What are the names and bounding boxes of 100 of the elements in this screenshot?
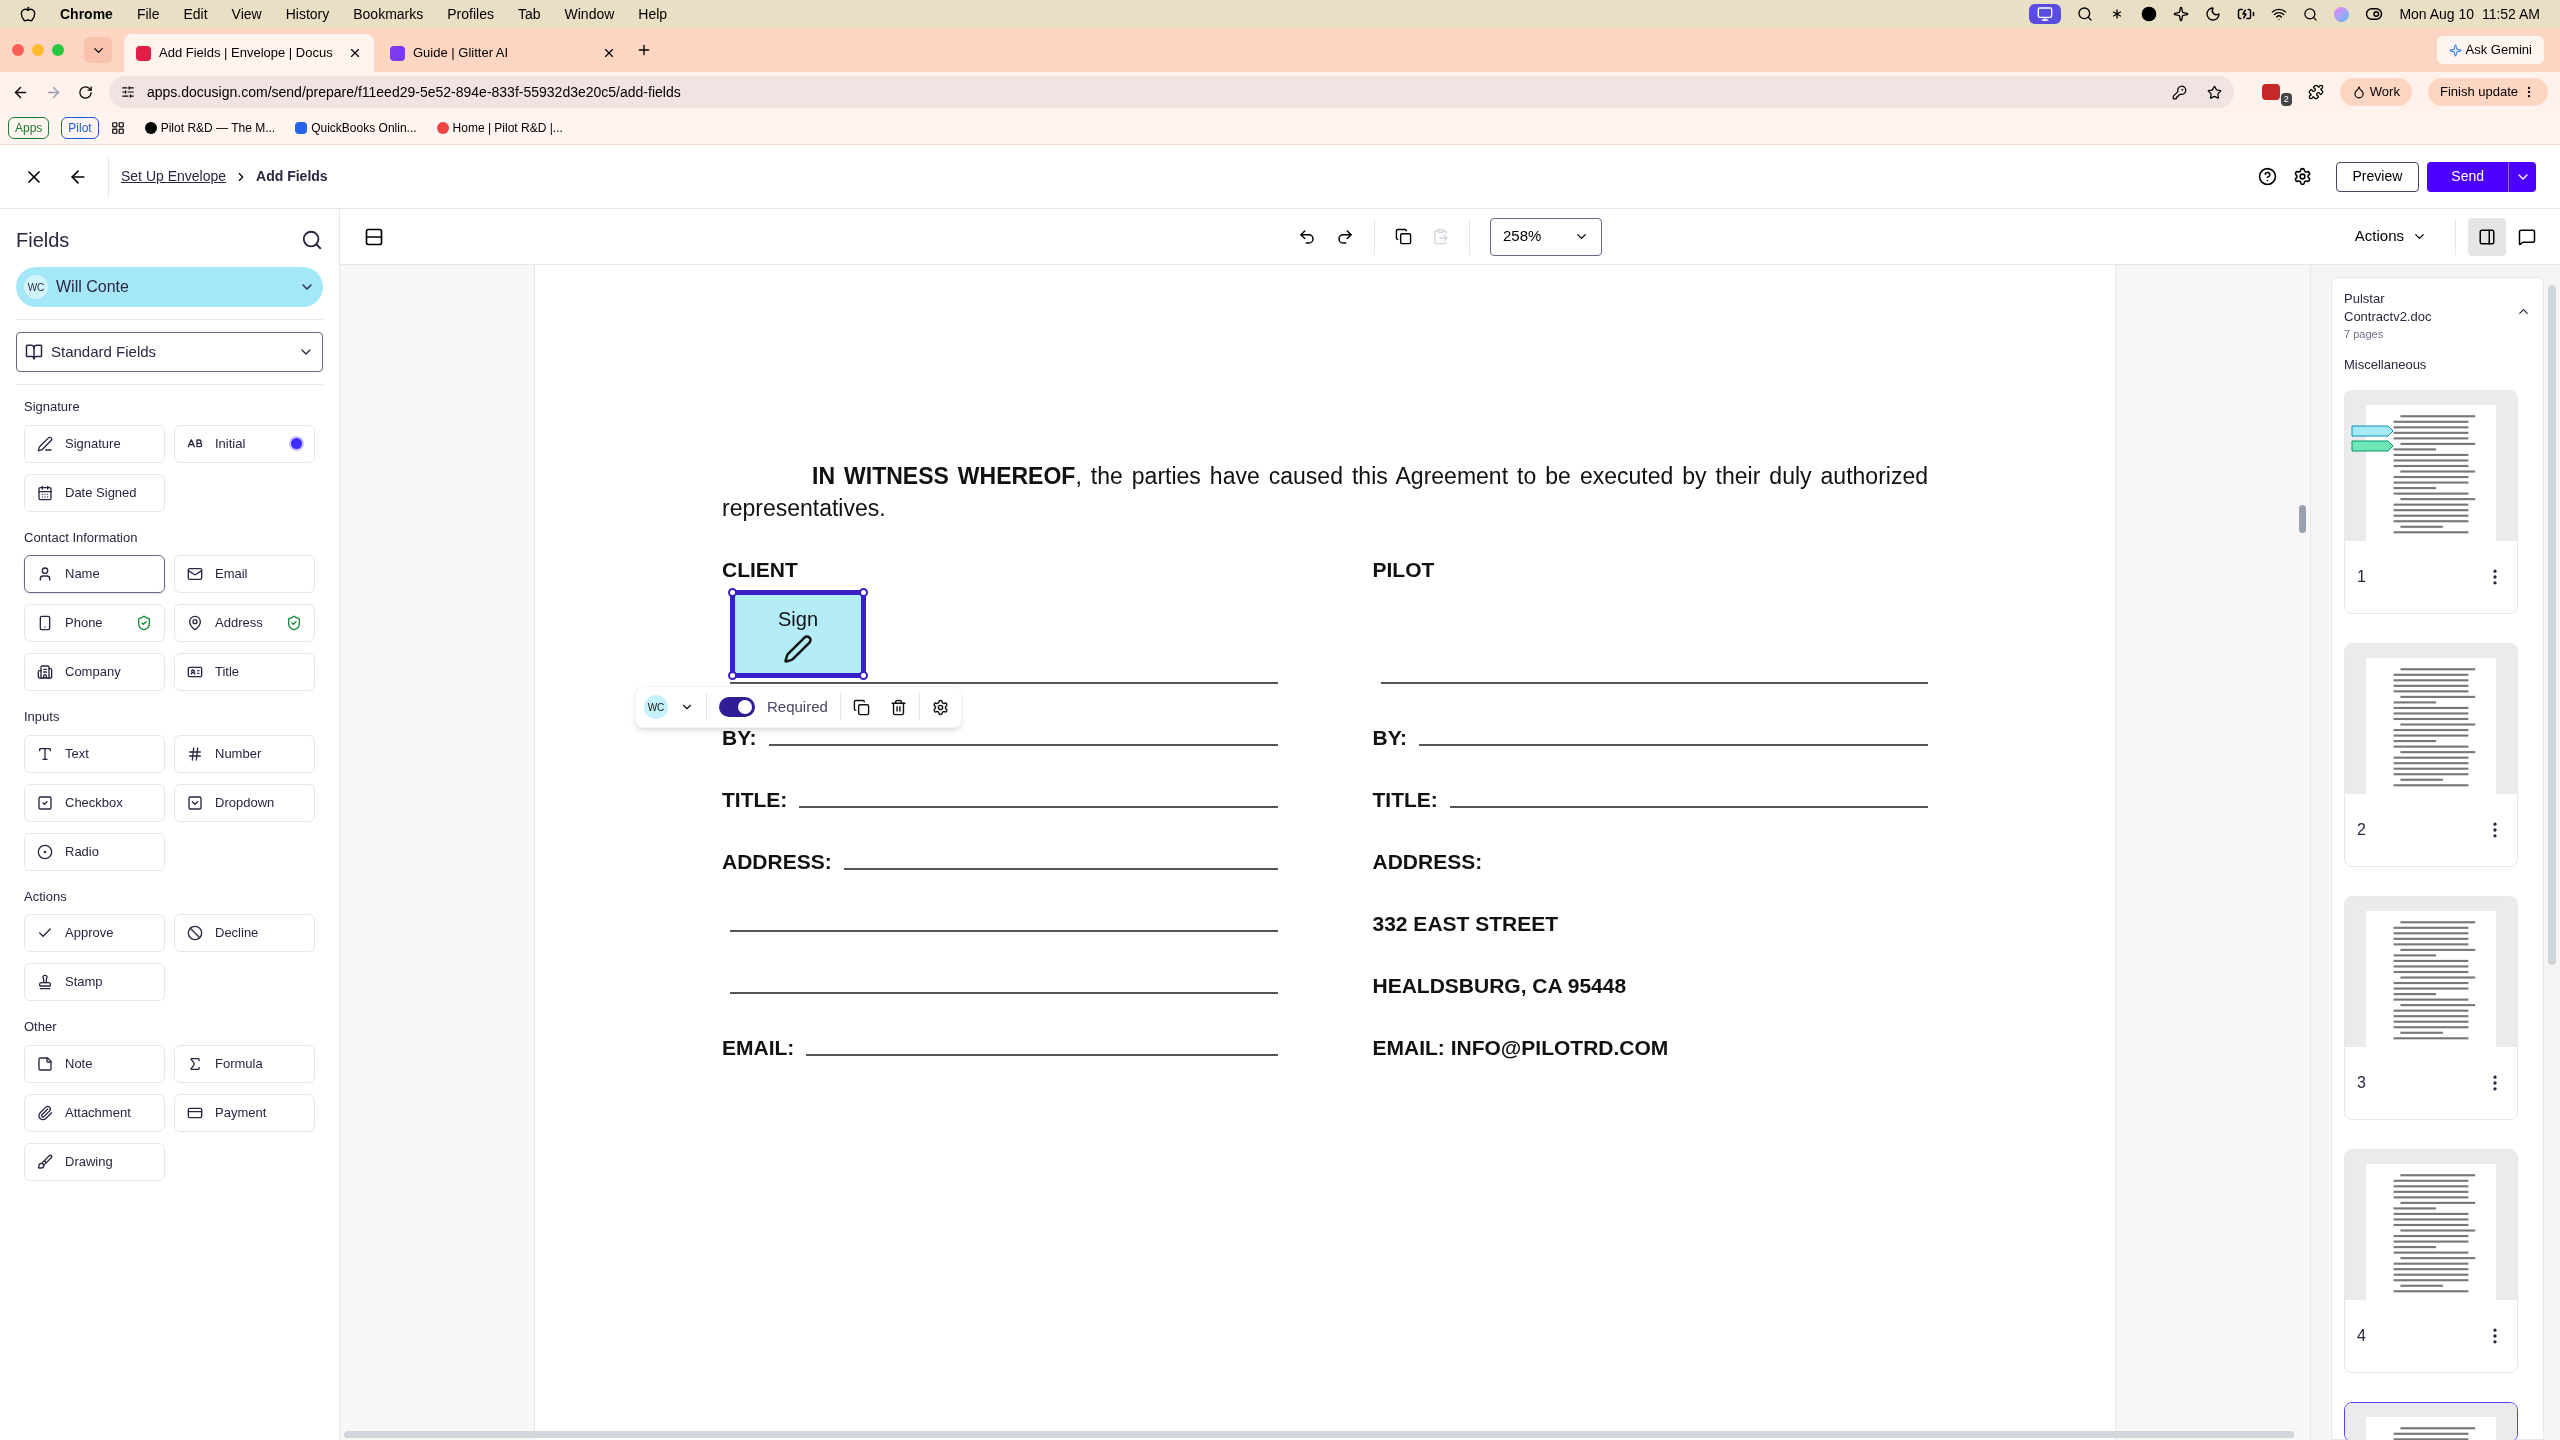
puzzle-icon[interactable] <box>2307 84 2324 100</box>
screen-share-icon[interactable] <box>2029 4 2062 24</box>
finish-update-button[interactable]: Finish update <box>2427 78 2548 106</box>
copy-icon[interactable] <box>852 698 870 716</box>
tab-list-button[interactable] <box>84 37 112 63</box>
control-center-icon[interactable] <box>2365 5 2384 23</box>
field-button[interactable]: Company <box>24 653 165 691</box>
required-toggle[interactable] <box>719 697 755 717</box>
browser-tab[interactable]: Add Fields | Envelope | Docus <box>124 34 374 72</box>
recipient-select[interactable]: WC Will Conte <box>16 267 323 307</box>
send-button[interactable]: Send <box>2427 161 2508 192</box>
actions-button[interactable]: Actions <box>2354 225 2427 248</box>
search-icon[interactable] <box>2303 6 2319 22</box>
ask-gemini-button[interactable]: Ask Gemini <box>2436 36 2544 64</box>
field-button[interactable]: Dropdown <box>174 783 315 822</box>
field-button[interactable]: Drawing <box>24 1142 165 1181</box>
profile-button[interactable]: Work <box>2339 78 2412 106</box>
resize-handle[interactable] <box>859 588 868 597</box>
field-button[interactable]: Address <box>174 604 315 642</box>
field-button[interactable]: Date Signed <box>24 473 165 512</box>
key-icon[interactable] <box>2171 84 2187 100</box>
new-tab-icon[interactable] <box>636 42 652 58</box>
help-icon[interactable] <box>2257 167 2277 186</box>
field-button[interactable]: Payment <box>174 1093 315 1132</box>
zoom-select[interactable]: 258% <box>1490 217 1602 256</box>
redo-icon[interactable] <box>1336 227 1354 246</box>
settings-icon[interactable] <box>2292 167 2312 186</box>
search-icon[interactable] <box>301 229 323 251</box>
extension-icon[interactable] <box>2261 84 2280 100</box>
field-button[interactable]: Attachment <box>24 1093 165 1132</box>
menu-item[interactable]: Tab <box>517 3 541 25</box>
menu-item[interactable]: Window <box>564 3 615 25</box>
horizontal-scrollbar[interactable] <box>344 1431 2294 1438</box>
field-button[interactable]: Decline <box>174 914 315 952</box>
page-thumbnail-card[interactable]: 3 <box>2344 896 2518 1120</box>
search-icon[interactable] <box>2077 6 2094 22</box>
page-thumbnail-card[interactable] <box>2344 1402 2518 1440</box>
field-button[interactable]: Approve <box>24 914 165 952</box>
field-button[interactable]: Checkbox <box>24 783 165 822</box>
field-button[interactable]: Signature <box>24 424 165 463</box>
resize-handle[interactable] <box>859 671 868 680</box>
scrollbar-thumb[interactable] <box>2548 285 2556 965</box>
recipient-avatar[interactable]: WC <box>644 695 668 719</box>
field-button[interactable]: Email <box>174 555 315 593</box>
menu-item[interactable]: File <box>136 3 160 25</box>
address-bar[interactable]: apps.docusign.com/send/prepare/f11eed29-5e52-894e-833f-55932d3e20c5/add-fields <box>109 76 2234 108</box>
tab-group-chip[interactable]: Apps <box>8 117 50 139</box>
menu-item[interactable]: View <box>231 3 262 25</box>
field-button[interactable]: Initial <box>174 424 315 463</box>
wifi-icon[interactable] <box>2271 6 2288 22</box>
field-button[interactable]: Formula <box>174 1044 315 1083</box>
pages-view-button[interactable] <box>2468 217 2506 256</box>
sparkle-icon[interactable] <box>2173 6 2190 22</box>
circle-icon[interactable] <box>2141 6 2158 22</box>
close-tab-icon[interactable] <box>602 46 616 60</box>
rows-icon[interactable] <box>364 226 384 247</box>
apps-grid-icon[interactable] <box>110 121 125 135</box>
bookmark-link[interactable]: QuickBooks Onlin... <box>311 119 417 137</box>
star-icon[interactable] <box>2206 84 2222 100</box>
menu-item[interactable]: Help <box>638 3 668 25</box>
menu-item[interactable]: History <box>285 3 330 25</box>
field-button[interactable]: Title <box>174 653 315 691</box>
tab-group-chip[interactable]: Pilot <box>61 117 99 139</box>
page-thumbnail-card[interactable]: 4 <box>2344 1149 2518 1373</box>
bookmark-link[interactable]: Home | Pilot R&D |... <box>452 119 563 137</box>
field-button[interactable]: Note <box>24 1044 165 1083</box>
breadcrumb-link[interactable]: Set Up Envelope <box>121 166 227 187</box>
scrollbar-thumb[interactable] <box>2299 505 2306 533</box>
field-button[interactable]: Stamp <box>24 963 165 1001</box>
comments-icon[interactable] <box>2518 227 2536 246</box>
signature-field[interactable]: Sign <box>730 590 866 678</box>
field-button[interactable]: Radio <box>24 832 165 871</box>
menu-item[interactable]: Profiles <box>447 3 494 25</box>
menu-item[interactable]: Edit <box>183 3 208 25</box>
undo-icon[interactable] <box>1298 227 1316 246</box>
form-text: HEALDSBURG, CA 95448 <box>1372 974 1627 996</box>
clock[interactable]: Mon Aug 10 11:52 AM <box>2399 3 2540 25</box>
menu-item[interactable]: Bookmarks <box>353 3 424 25</box>
page-thumbnail-card[interactable]: 1 <box>2344 390 2518 614</box>
field-button[interactable]: Name <box>24 555 165 593</box>
close-tab-icon[interactable] <box>348 46 362 60</box>
bookmark-link[interactable]: Pilot R&D — The M... <box>160 119 276 137</box>
preview-button[interactable]: Preview <box>2335 161 2420 192</box>
page-thumbnail-card[interactable]: 2 <box>2344 643 2518 867</box>
resize-handle[interactable] <box>728 588 737 597</box>
field-button[interactable]: Phone <box>24 604 165 642</box>
settings-icon[interactable] <box>931 698 949 716</box>
site-settings-icon[interactable] <box>121 85 135 99</box>
moon-icon[interactable] <box>2205 6 2222 22</box>
send-options-button[interactable] <box>2508 161 2536 192</box>
trash-icon[interactable] <box>889 698 907 716</box>
field-library-select[interactable]: Standard Fields <box>16 332 323 372</box>
apple-icon[interactable] <box>20 6 36 22</box>
browser-tab[interactable]: Guide | Glitter AI <box>378 34 628 72</box>
field-button[interactable]: Text <box>24 734 165 773</box>
field-button[interactable]: Number <box>174 734 315 773</box>
reload-icon[interactable] <box>78 84 93 100</box>
menu-app-name[interactable]: Chrome <box>60 3 113 25</box>
copy-icon[interactable] <box>1395 228 1412 245</box>
resize-handle[interactable] <box>728 671 737 680</box>
